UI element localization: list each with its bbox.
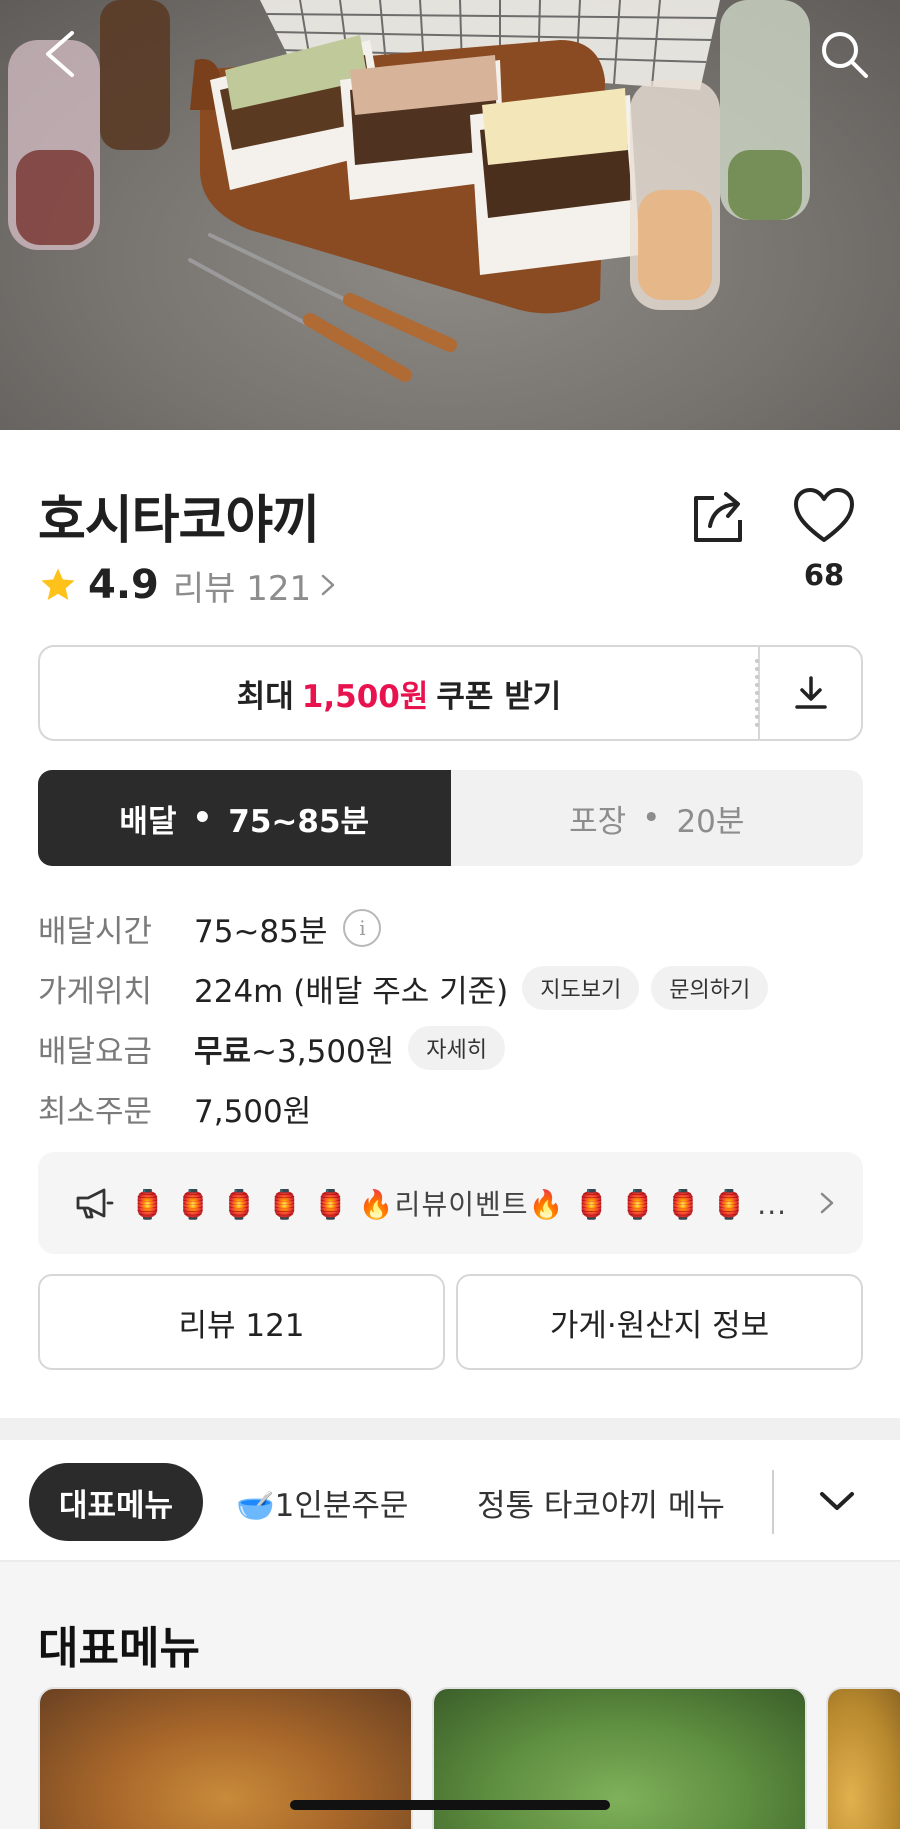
delivery-time-value: 75~85분 [194,913,328,950]
fee-free: 무료 [194,1033,252,1070]
info-row-delivery-time: 배달시간 75~85분 i [38,898,863,958]
fee-value: 무료~3,500원 [194,1026,394,1071]
inquiry-button[interactable]: 문의하기 [651,966,769,1010]
category-tab-single[interactable]: 🥣1인분주문 [236,1463,408,1541]
dot-separator: • [192,800,213,836]
reviews-button[interactable]: 리뷰 121 [38,1274,445,1370]
favorite-button[interactable] [792,486,856,546]
download-icon [794,676,827,709]
coupon-amount: 1,500원 [301,678,429,715]
notice-banner[interactable]: 🏮 🏮 🏮 🏮 🏮 🔥리뷰이벤트🔥 🏮 🏮 🏮 🏮 ... [38,1152,863,1254]
home-indicator [290,1800,610,1810]
menu-category-bar: 대표메뉴 🥣1인분주문 정통 타코야끼 메뉴 [0,1440,900,1562]
tab-pickup[interactable]: 포장 • 20분 [450,770,863,866]
coupon-download-button[interactable] [758,645,863,741]
coupon-banner[interactable]: 최대 1,500원 쿠폰 받기 [38,645,863,741]
section-divider [0,1418,900,1440]
coupon-suffix: 쿠폰 받기 [436,678,562,715]
fee-label: 배달요금 [38,1033,153,1070]
takoyaki-photo [8,0,810,382]
search-icon [822,32,868,78]
tab-delivery-label: 배달 [119,803,177,840]
category-tab-classic[interactable]: 정통 타코야끼 메뉴 [477,1463,725,1541]
category-expand-button[interactable] [812,1476,862,1526]
menu-card[interactable] [826,1687,900,1829]
store-info: 배달시간 75~85분 i 가게위치 224m (배달 주소 기준) 지도보기 … [38,898,863,1138]
fee-detail-button[interactable]: 자세히 [408,1026,506,1070]
fee-rest: ~3,500원 [251,1033,395,1070]
store-name: 호시타코야끼 [38,491,320,551]
coupon-prefix: 최대 [236,678,294,715]
tab-pickup-time: 20분 [676,803,745,840]
tab-delivery-time: 75~85분 [228,803,370,840]
favorite-count: 68 [803,558,845,592]
back-button[interactable] [28,22,92,86]
chevron-down-icon [820,1492,854,1510]
info-icon[interactable]: i [343,909,382,947]
store-info-button[interactable]: 가게·원산지 정보 [456,1274,863,1370]
store-action-buttons: 리뷰 121 가게·원산지 정보 [38,1274,863,1370]
star-icon [41,568,75,600]
share-button[interactable] [688,486,748,546]
rating-row[interactable]: 4.9 리뷰 121 [38,560,337,610]
heart-icon [794,488,854,542]
min-order-value: 7,500원 [194,1093,312,1130]
share-icon [694,492,742,542]
info-row-min-order: 최소주문 7,500원 [38,1078,863,1138]
location-label: 가게위치 [38,973,153,1010]
order-mode-tabs: 배달 • 75~85분 포장 • 20분 [38,770,863,866]
location-value: 224m (배달 주소 기준) [194,973,509,1010]
category-separator [772,1470,774,1534]
dot-separator: • [642,800,661,836]
info-row-location: 가게위치 224m (배달 주소 기준) 지도보기 문의하기 [38,958,863,1018]
notice-text: 🏮 🏮 🏮 🏮 🏮 🔥리뷰이벤트🔥 🏮 🏮 🏮 🏮 ... [130,1188,788,1221]
map-button[interactable]: 지도보기 [522,966,640,1010]
signature-menu-section: 대표메뉴 [0,1562,900,1829]
chevron-right-icon [820,1192,834,1214]
section-title: 대표메뉴 [38,1623,200,1674]
delivery-time-label: 배달시간 [38,913,153,950]
search-button[interactable] [812,22,876,86]
megaphone-icon [76,1188,114,1219]
review-link[interactable]: 리뷰 121 [173,561,311,610]
hero-image [0,0,900,430]
rating-value: 4.9 [88,562,159,608]
chevron-right-icon [321,574,335,596]
tab-delivery[interactable]: 배달 • 75~85분 [38,770,451,866]
min-order-label: 최소주문 [38,1093,153,1130]
category-tab-signature[interactable]: 대표메뉴 [29,1463,204,1541]
tab-pickup-label: 포장 [569,803,627,840]
info-row-fee: 배달요금 무료~3,500원 자세히 [38,1018,863,1078]
chevron-left-icon [46,31,74,77]
coupon-button[interactable]: 최대 1,500원 쿠폰 받기 [38,645,759,741]
